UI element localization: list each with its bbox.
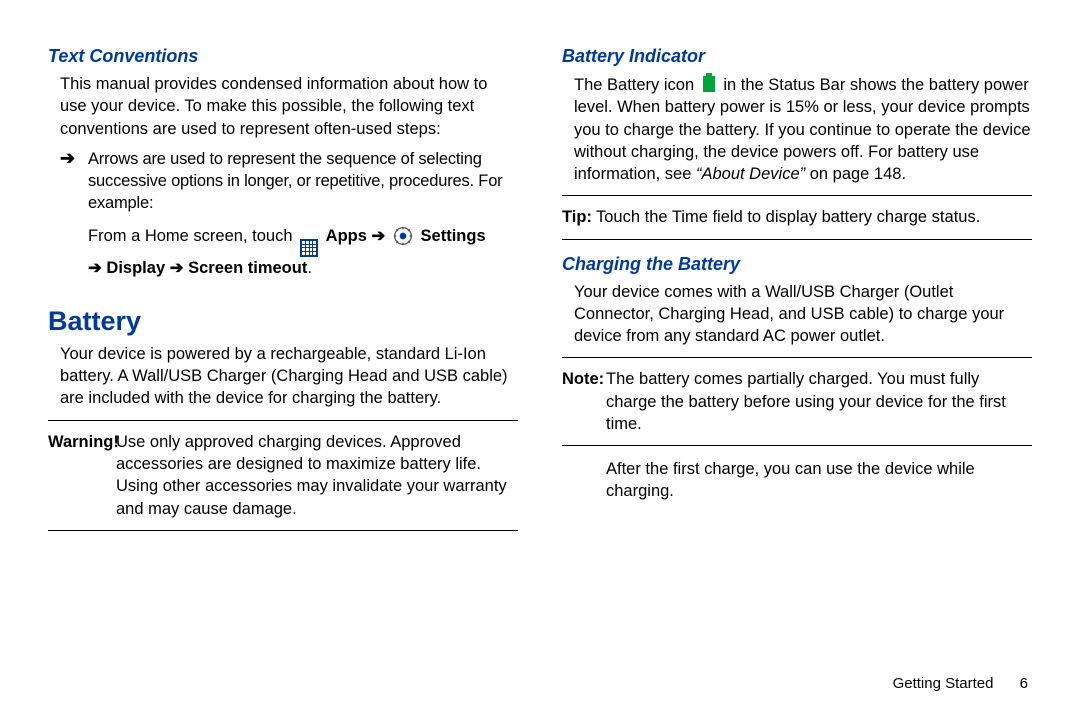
warning-note: Warning! Use only approved charging devi… [48,431,518,520]
footer-page-number: 6 [1020,675,1028,692]
note-label: Note: [562,368,604,390]
on-page-ref: on page 148. [805,165,906,183]
arrow-icon: ➔ [170,259,184,277]
battery-paragraph: Your device is powered by a rechargeable… [48,343,518,410]
battery-indicator-paragraph: The Battery icon in the Status Bar shows… [562,73,1032,185]
heading-text-conventions: Text Conventions [48,46,518,67]
left-column: Text Conventions This manual provides co… [48,46,518,541]
screen-timeout-label: Screen timeout [188,259,307,277]
warning-label: Warning! [48,431,119,453]
example-steps: From a Home screen, touch Apps ➔ [88,225,518,280]
arrow-bullet-item: ➔ Arrows are used to represent the seque… [60,148,518,280]
divider [562,239,1032,240]
about-device-xref: “About Device” [696,165,805,183]
note-block: Note: The battery comes partially charge… [562,368,1032,435]
period: . [307,259,312,277]
indicator-pre: The Battery icon [574,76,699,94]
warning-text: Use only approved charging devices. Appr… [116,433,507,518]
battery-icon [702,73,716,91]
footer-section: Getting Started [893,675,994,692]
apps-label: Apps [326,227,372,245]
settings-label: Settings [421,227,486,245]
charging-paragraph: Your device comes with a Wall/USB Charge… [562,281,1032,348]
divider [48,530,518,531]
text-conventions-paragraph: This manual provides condensed informati… [48,73,518,140]
divider [48,420,518,421]
page-footer: Getting Started 6 [893,675,1028,692]
arrow-icon: ➔ [372,227,386,245]
divider [562,195,1032,196]
divider [562,357,1032,358]
arrow-icon: ➔ [60,148,75,169]
right-column: Battery Indicator The Battery icon in th… [562,46,1032,541]
display-label: Display [106,259,169,277]
settings-icon [393,226,413,246]
heading-charging-battery: Charging the Battery [562,254,1032,275]
manual-page: Text Conventions This manual provides co… [0,0,1080,720]
note-text: The battery comes partially charged. You… [606,370,1006,433]
after-note-paragraph: After the first charge, you can use the … [562,458,1032,503]
tip-label: Tip: [562,206,592,228]
tip-text: Touch the Time field to display battery … [596,208,980,226]
tip-note: Tip: Touch the Time field to display bat… [562,206,1032,228]
heading-battery-indicator: Battery Indicator [562,46,1032,67]
apps-icon [300,239,318,257]
bullet-text: Arrows are used to represent the sequenc… [88,148,518,215]
heading-battery: Battery [48,306,518,337]
arrow-icon: ➔ [88,259,102,277]
divider [562,445,1032,446]
example-prefix: From a Home screen, touch [88,227,297,245]
two-column-layout: Text Conventions This manual provides co… [48,46,1032,541]
